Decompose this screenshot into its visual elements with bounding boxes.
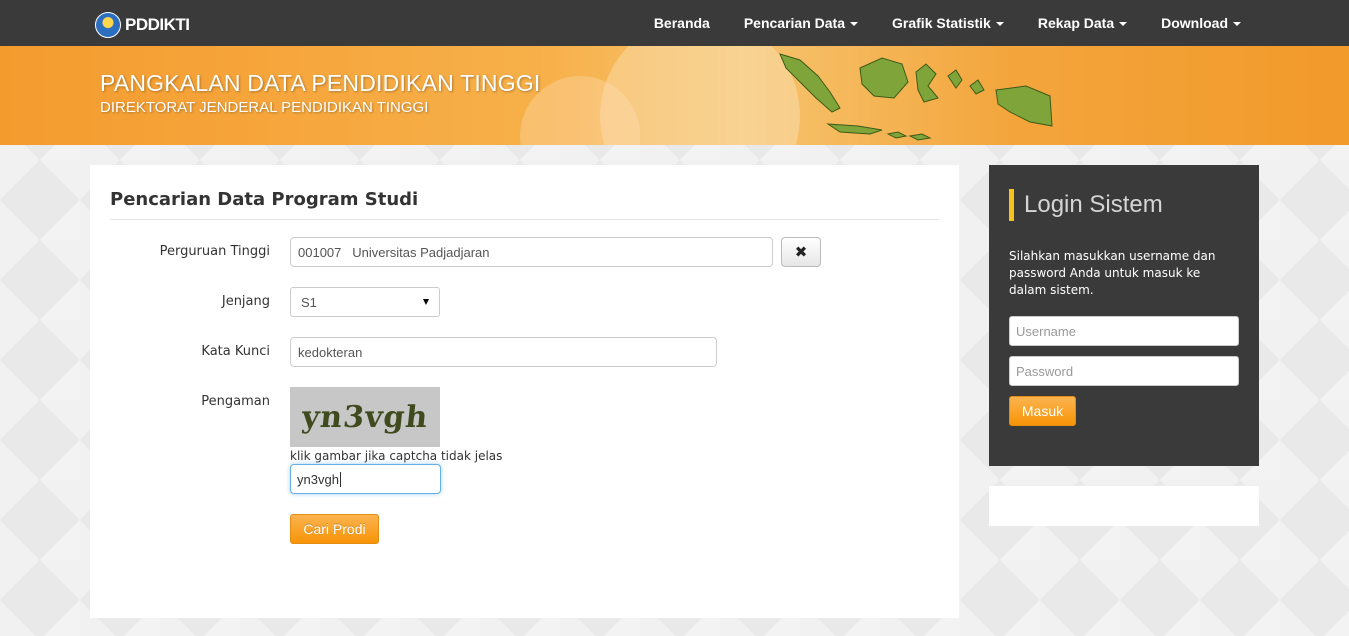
brand-text: PDDIKTI xyxy=(125,15,190,34)
perguruan-tinggi-label: Perguruan Tinggi xyxy=(159,244,270,259)
captcha-input[interactable]: yn3vgh xyxy=(290,464,441,494)
login-description: Silahkan masukkan username dan password … xyxy=(1009,249,1216,297)
nav-item-beranda[interactable]: Beranda xyxy=(637,0,727,46)
sidebar-empty-box xyxy=(989,486,1259,526)
pengaman-label: Pengaman xyxy=(201,394,270,409)
brand-link[interactable]: PDDIKTI xyxy=(95,12,190,38)
perguruan-tinggi-value: 001007 Universitas Padjadjaran xyxy=(298,244,490,260)
captcha-text: yn3vgh xyxy=(299,399,431,435)
caret-down-icon xyxy=(1119,22,1128,26)
jenjang-label: Jenjang xyxy=(221,294,270,309)
kata-kunci-label: Kata Kunci xyxy=(201,344,270,359)
nav-item-label: Grafik Statistik xyxy=(892,15,991,31)
nav-item-label: Beranda xyxy=(653,15,710,31)
username-input[interactable]: Username xyxy=(1009,316,1239,346)
caret-down-icon xyxy=(995,22,1004,26)
nav-item-label: Rekap Data xyxy=(1037,15,1115,31)
login-panel: Login Sistem Silahkan masukkan username … xyxy=(989,165,1259,466)
jenjang-select[interactable]: S1 xyxy=(290,287,440,317)
divider xyxy=(110,219,939,220)
caret-down-icon xyxy=(1233,22,1241,26)
cari-prodi-button[interactable]: Cari Prodi xyxy=(290,514,379,544)
banner-subtitle: DIREKTORAT JENDERAL PENDIDIKAN TINGGI xyxy=(100,99,429,116)
text-cursor xyxy=(339,471,341,487)
close-icon: ✖ xyxy=(794,243,808,261)
top-navbar: PDDIKTI Beranda Pencarian Data Grafik St… xyxy=(0,0,1349,46)
username-placeholder: Username xyxy=(1016,323,1076,339)
nav-item-label: Download xyxy=(1161,15,1228,31)
password-placeholder: Password xyxy=(1016,363,1074,379)
login-title: Login Sistem xyxy=(1024,191,1163,218)
page-title: Pencarian Data Program Studi xyxy=(110,189,419,210)
login-title-accent xyxy=(1009,189,1014,221)
dropdown-arrow-icon xyxy=(423,299,429,305)
nav-item-pencarian-data[interactable]: Pencarian Data xyxy=(727,0,875,46)
nav-item-grafik-statistik[interactable]: Grafik Statistik xyxy=(875,0,1021,46)
masuk-button[interactable]: Masuk xyxy=(1009,396,1076,426)
captcha-input-value: yn3vgh xyxy=(297,471,339,487)
nav-item-rekap-data[interactable]: Rekap Data xyxy=(1021,0,1144,46)
kata-kunci-input[interactable]: kedokteran xyxy=(290,337,717,367)
kata-kunci-value: kedokteran xyxy=(298,344,363,360)
clear-perguruan-tinggi-button[interactable]: ✖ xyxy=(781,237,821,267)
captcha-hint: klik gambar jika captcha tidak jelas xyxy=(290,449,503,463)
jenjang-selected-value: S1 xyxy=(301,294,317,310)
banner-title: PANGKALAN DATA PENDIDIKAN TINGGI xyxy=(100,70,541,96)
nav-item-label: Pencarian Data xyxy=(743,15,846,31)
caret-down-icon xyxy=(850,22,859,26)
captcha-image[interactable]: yn3vgh xyxy=(290,387,440,447)
search-panel: Pencarian Data Program Studi Perguruan T… xyxy=(90,165,959,618)
nav-item-download[interactable]: Download xyxy=(1144,0,1258,46)
nav-menu: Beranda Pencarian Data Grafik Statistik … xyxy=(637,0,1258,46)
indonesia-map-icon xyxy=(779,53,1053,141)
tut-wuri-logo-icon xyxy=(95,12,121,38)
perguruan-tinggi-input[interactable]: 001007 Universitas Padjadjaran xyxy=(290,237,773,267)
password-input[interactable]: Password xyxy=(1009,356,1239,386)
header-banner: PANGKALAN DATA PENDIDIKAN TINGGI DIREKTO… xyxy=(0,46,1349,145)
